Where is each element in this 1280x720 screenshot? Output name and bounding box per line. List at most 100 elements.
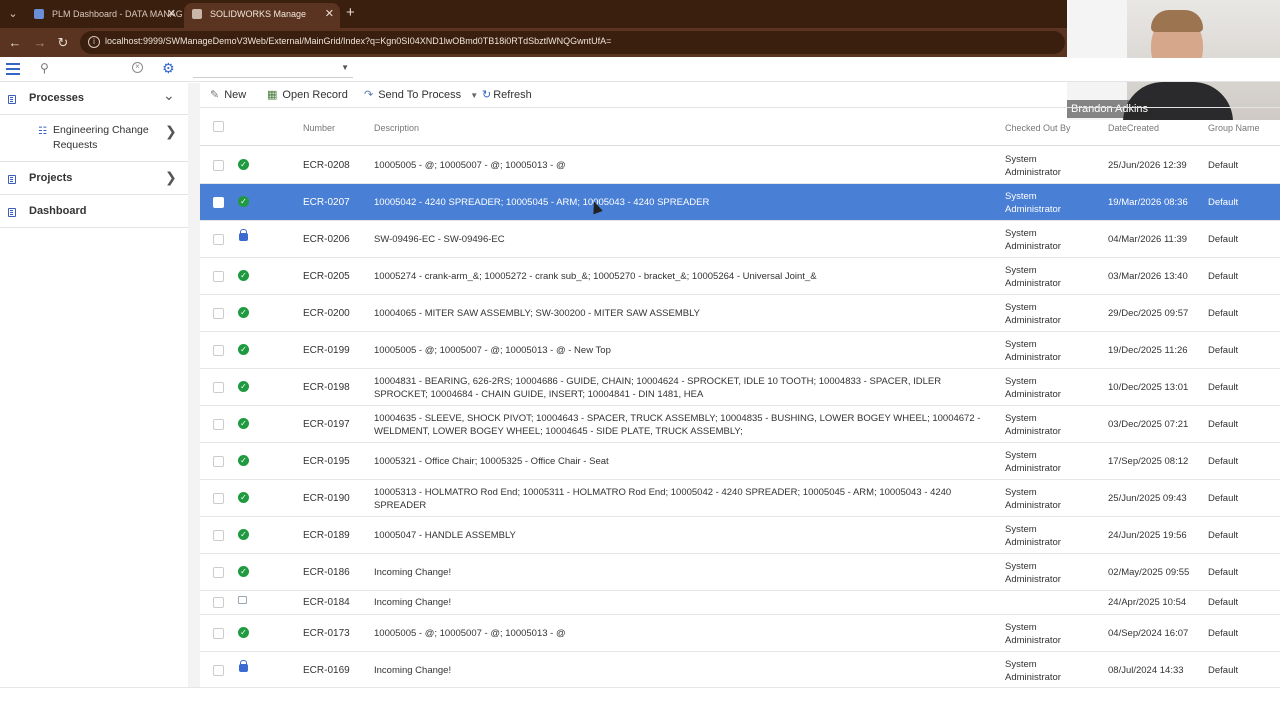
record-number: ECR-0190 (303, 493, 350, 504)
url-text[interactable]: localhost:9999/SWManageDemoV3Web/Externa… (105, 36, 611, 46)
sidebar-item-dashboard[interactable]: Dashboard (0, 200, 188, 224)
open-record-button[interactable]: ▦ Open Record (267, 88, 348, 101)
approved-check-icon: ✓ (238, 270, 249, 281)
table-row[interactable]: ✓ ECR-0197 10004635 - SLEEVE, SHOCK PIVOT;… (200, 406, 1280, 443)
row-checkbox[interactable] (213, 419, 224, 430)
date-created: 03/Dec/2025 07:21 (1108, 419, 1189, 430)
record-description: Incoming Change! (374, 567, 452, 578)
back-arrow-icon[interactable]: ← (6, 34, 24, 52)
row-checkbox[interactable] (213, 160, 224, 171)
chevron-right-icon[interactable]: ❯ (165, 123, 177, 140)
row-checkbox[interactable] (213, 382, 224, 393)
group-name: Default (1208, 530, 1239, 541)
globe-icon (192, 9, 202, 19)
column-header-description[interactable]: Description (374, 123, 419, 133)
approved-check-icon: ✓ (238, 307, 249, 318)
table-row[interactable]: ✓ ECR-0205 10005274 - crank-arm_&; 1000527… (200, 258, 1280, 295)
grid-rows: ✓ ECR-0208 10005005 - @; 10005007 - @; 100… (200, 147, 1280, 687)
row-checkbox[interactable] (213, 665, 224, 676)
row-checkbox[interactable] (213, 493, 224, 504)
row-checkbox[interactable] (213, 271, 224, 282)
date-created: 02/May/2025 09:55 (1108, 567, 1190, 578)
record-number: ECR-0173 (303, 628, 350, 639)
hamburger-menu-icon[interactable] (6, 63, 20, 75)
row-checkbox[interactable] (213, 628, 224, 639)
table-row[interactable]: ✓ ECR-0208 10005005 - @; 10005007 - @; 100… (200, 147, 1280, 184)
clear-search-icon[interactable]: × (132, 62, 143, 73)
close-icon[interactable]: ✕ (167, 3, 176, 25)
sidebar-item-processes[interactable]: Processes ⌄ (0, 87, 188, 111)
group-name: Default (1208, 197, 1239, 208)
group-name: Default (1208, 308, 1239, 319)
reload-icon[interactable]: ↻ (54, 34, 72, 52)
browser-tab-solidworks-manage[interactable]: SOLIDWORKS Manage ✕ (184, 3, 340, 28)
table-row[interactable]: ✓ ECR-0207 10005042 - 4240 SPREADER; 10005… (200, 184, 1280, 221)
view-dropdown[interactable]: ▼ (193, 60, 353, 78)
table-row[interactable]: ECR-0169 Incoming Change! System Administr… (200, 652, 1280, 687)
sidebar-item-projects[interactable]: Projects ❯ (0, 167, 188, 191)
row-checkbox[interactable] (213, 345, 224, 356)
select-all-checkbox[interactable] (213, 121, 224, 132)
table-row[interactable]: ✓ ECR-0199 10005005 - @; 10005007 - @; 100… (200, 332, 1280, 369)
table-row[interactable]: ✓ ECR-0189 10005047 - HANDLE ASSEMBLY Syste… (200, 517, 1280, 554)
group-name: Default (1208, 456, 1239, 467)
row-checkbox[interactable] (213, 567, 224, 578)
row-checkbox[interactable] (213, 597, 224, 608)
record-description: 10005005 - @; 10005007 - @; 10005013 - @ (374, 160, 566, 171)
list-icon (8, 175, 16, 184)
column-header-number[interactable]: Number (303, 123, 335, 133)
send-to-process-button[interactable]: ↷ Send To Process ▼ (364, 88, 478, 101)
column-header-checked-out-by[interactable]: Checked Out By (1005, 123, 1071, 133)
record-number: ECR-0200 (303, 308, 350, 319)
browser-tab-plm-dashboard[interactable]: PLM Dashboard - DATA MANAG ✕ (26, 3, 182, 28)
draft-box-icon (238, 596, 247, 604)
record-description: 10005047 - HANDLE ASSEMBLY (374, 530, 516, 541)
table-row[interactable]: ✓ ECR-0200 10004065 - MITER SAW ASSEMBLY; … (200, 295, 1280, 332)
grid-header: Number Description Checked Out By DateCr… (200, 108, 1280, 146)
column-header-group-name[interactable]: Group Name (1208, 123, 1260, 133)
close-icon[interactable]: ✕ (325, 3, 334, 25)
date-created: 25/Jun/2026 12:39 (1108, 160, 1187, 171)
record-description: 10005274 - crank-arm_&; 10005272 - crank… (374, 271, 817, 282)
table-row[interactable]: ✓ ECR-0195 10005321 - Office Chair; 100053… (200, 443, 1280, 480)
table-row[interactable]: ECR-0184 Incoming Change! 24/Apr/2025 10:5… (200, 591, 1280, 615)
table-row[interactable]: ✓ ECR-0198 10004831 - BEARING, 626-2RS; 10… (200, 369, 1280, 406)
panel-splitter[interactable] (188, 83, 200, 687)
tab-search-chevron-icon[interactable]: ⌄ (4, 5, 22, 23)
date-created: 08/Jul/2024 14:33 (1108, 665, 1184, 676)
date-created: 24/Apr/2025 10:54 (1108, 597, 1187, 608)
table-row[interactable]: ✓ ECR-0186 Incoming Change! System Administ… (200, 554, 1280, 591)
group-name: Default (1208, 160, 1239, 171)
new-button[interactable]: ✎ New (210, 88, 246, 101)
gear-icon[interactable]: ⚙ (162, 60, 175, 77)
search-icon: ⚲ (40, 61, 49, 75)
record-number: ECR-0198 (303, 382, 350, 393)
record-description: 10004831 - BEARING, 626-2RS; 10004686 - … (374, 376, 942, 400)
chevron-down-icon[interactable]: ⌄ (163, 87, 175, 104)
search-input[interactable] (56, 61, 132, 77)
globe-icon (34, 9, 44, 19)
forward-arrow-icon[interactable]: → (31, 34, 49, 52)
group-name: Default (1208, 665, 1239, 676)
row-checkbox[interactable] (213, 530, 224, 541)
approved-check-icon: ✓ (238, 455, 249, 466)
url-bar[interactable]: i localhost:9999/SWManageDemoV3Web/Exter… (80, 31, 1065, 54)
new-tab-icon[interactable]: + (346, 4, 355, 22)
table-row[interactable]: ✓ ECR-0190 10005313 - HOLMATRO Rod End; 10… (200, 480, 1280, 517)
record-number: ECR-0169 (303, 665, 350, 676)
column-header-date-created[interactable]: DateCreated (1108, 123, 1159, 133)
row-checkbox[interactable] (213, 197, 224, 208)
browser-tab-bar: ⌄ PLM Dashboard - DATA MANAG ✕ SOLIDWORK… (0, 0, 1067, 28)
group-name: Default (1208, 234, 1239, 245)
row-checkbox[interactable] (213, 234, 224, 245)
chevron-right-icon[interactable]: ❯ (165, 169, 177, 186)
info-icon[interactable]: i (88, 36, 100, 48)
refresh-button[interactable]: ↻ Refresh (482, 88, 532, 101)
records-grid: Number Description Checked Out By DateCr… (200, 108, 1280, 687)
new-document-icon: ✎ (210, 89, 220, 101)
row-checkbox[interactable] (213, 308, 224, 319)
table-row[interactable]: ECR-0206 SW-09496-EC - SW-09496-EC System … (200, 221, 1280, 258)
row-checkbox[interactable] (213, 456, 224, 467)
table-row[interactable]: ✓ ECR-0173 10005005 - @; 10005007 - @; 100… (200, 615, 1280, 652)
browser-address-bar: ← → ↻ i localhost:9999/SWManageDemoV3Web… (0, 28, 1067, 57)
